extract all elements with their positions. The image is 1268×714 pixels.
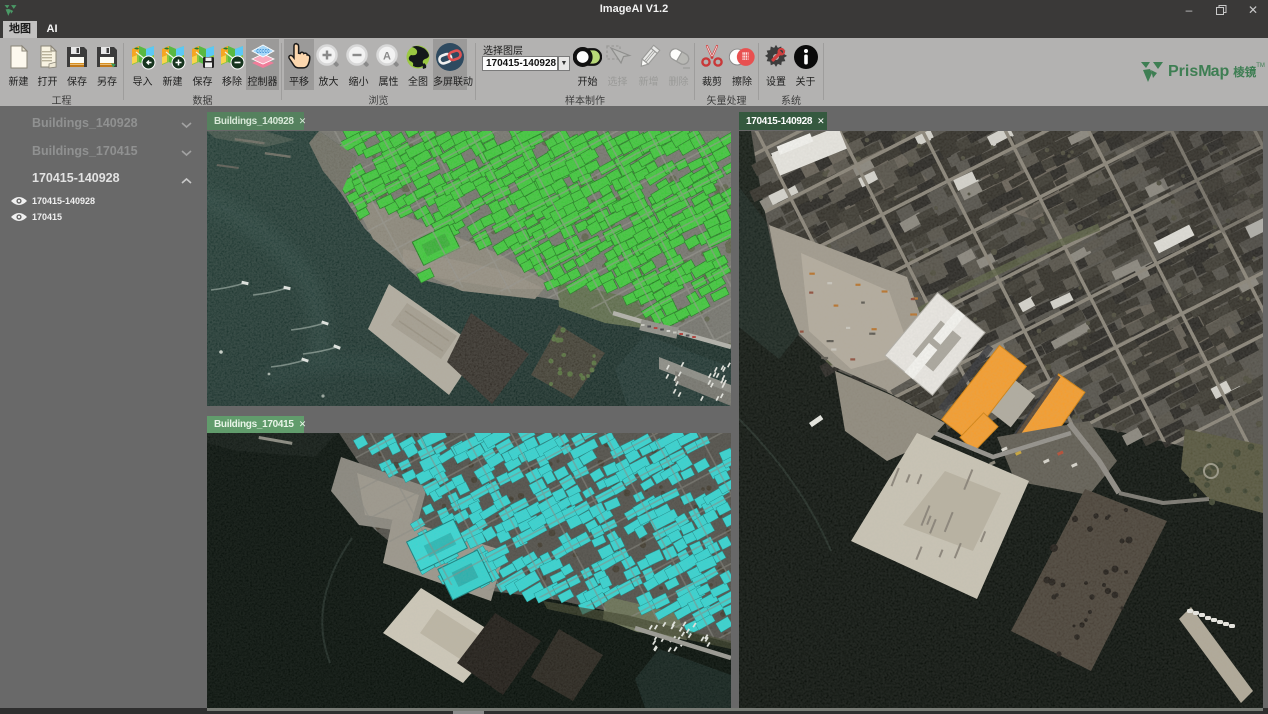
svg-text:A: A: [383, 51, 391, 63]
